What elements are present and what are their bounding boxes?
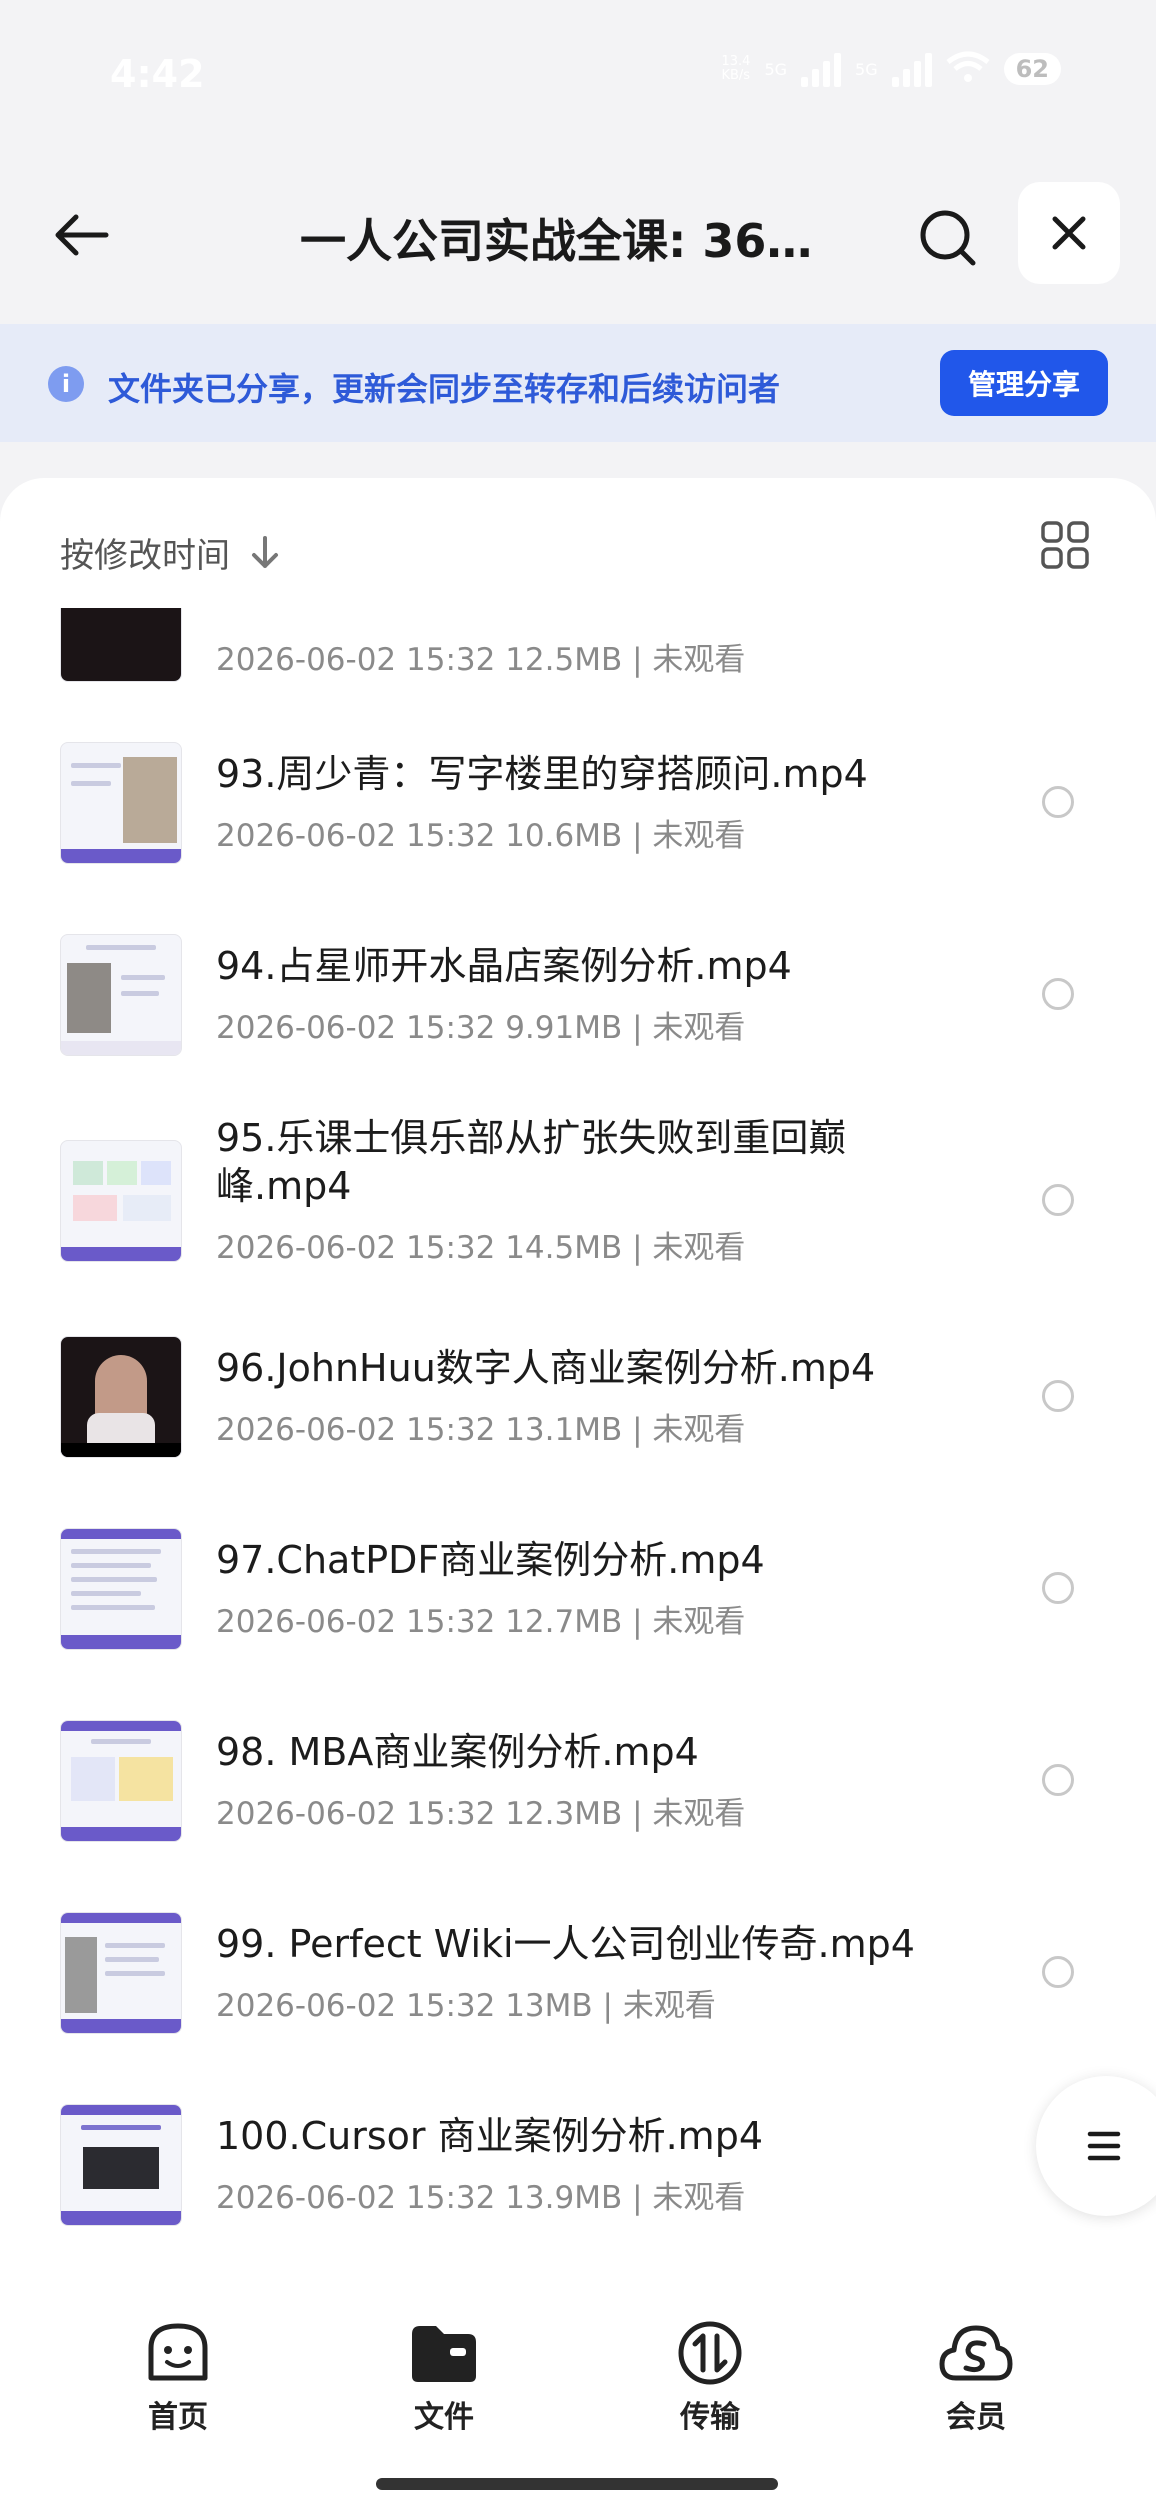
smiley-icon bbox=[148, 2323, 208, 2381]
arrow-down-icon bbox=[252, 535, 278, 568]
file-row[interactable]: 96.JohnHuu数字人商业案例分析.mp4 2026-06-02 15:32… bbox=[0, 1322, 1156, 1514]
select-radio[interactable] bbox=[1042, 1184, 1074, 1216]
search-button[interactable] bbox=[910, 200, 986, 276]
video-thumbnail bbox=[60, 742, 182, 864]
tab-label: 首页 bbox=[148, 2400, 208, 2435]
grid-icon bbox=[1041, 521, 1089, 569]
close-icon bbox=[1052, 216, 1086, 250]
video-thumbnail bbox=[60, 1528, 182, 1650]
member-cloud-icon bbox=[939, 2325, 1013, 2381]
file-row[interactable]: 97.ChatPDF商业案例分析.mp4 2026-06-02 15:32 12… bbox=[0, 1514, 1156, 1706]
share-banner-text: 文件夹已分享，更新会同步至转存和后续访问者 bbox=[108, 370, 781, 408]
file-name: 96.JohnHuu数字人商业案例分析.mp4 bbox=[216, 1346, 876, 1390]
tab-label: 会员 bbox=[946, 2400, 1006, 2435]
file-name: 100.Cursor 商业案例分析.mp4 bbox=[216, 2114, 763, 2158]
file-row[interactable]: 94.占星师开水晶店案例分析.mp4 2026-06-02 15:32 9.91… bbox=[0, 908, 1156, 1100]
file-meta: 2026-06-02 15:32 10.6MB | 未观看 bbox=[216, 818, 746, 854]
file-row[interactable]: 98. MBA商业案例分析.mp4 2026-06-02 15:32 12.3M… bbox=[0, 1706, 1156, 1898]
file-row[interactable]: 93.周少青：写字楼里的穿搭顾问.mp4 2026-06-02 15:32 10… bbox=[0, 716, 1156, 908]
manage-share-button[interactable]: 管理分享 bbox=[940, 350, 1108, 416]
status-bar: 4:42 13.4 KB/s 5G 5G 62 bbox=[0, 0, 1156, 150]
file-name: 95.乐课士俱乐部从扩张失败到重回巅峰.mp4 bbox=[216, 1116, 847, 1208]
file-meta: 2026-06-02 15:32 12.5MB | 未观看 bbox=[216, 642, 746, 678]
home-indicator bbox=[376, 2478, 778, 2490]
file-row[interactable]: 100.Cursor 商业案例分析.mp4 2026-06-02 15:32 1… bbox=[0, 2090, 1156, 2228]
select-radio[interactable] bbox=[1042, 1956, 1074, 1988]
arrow-left-icon bbox=[55, 214, 109, 256]
file-meta: 2026-06-02 15:32 12.3MB | 未观看 bbox=[216, 1796, 746, 1832]
menu-icon bbox=[1087, 2131, 1121, 2161]
file-name: 93.周少青：写字楼里的穿搭顾问.mp4 bbox=[216, 752, 868, 796]
file-row[interactable]: 95.乐课士俱乐部从扩张失败到重回巅峰.mp4 2026-06-02 15:32… bbox=[0, 1100, 1156, 1322]
signal-icon-2 bbox=[891, 51, 932, 87]
file-name: 94.占星师开水晶店案例分析.mp4 bbox=[216, 944, 792, 988]
close-button[interactable] bbox=[1018, 182, 1120, 284]
search-icon bbox=[920, 210, 976, 266]
select-radio[interactable] bbox=[1042, 1380, 1074, 1412]
video-thumbnail bbox=[60, 1912, 182, 2034]
grid-view-button[interactable] bbox=[1040, 520, 1090, 570]
tab-member[interactable]: 会员 bbox=[896, 2320, 1056, 2436]
network-type-2: 5G bbox=[855, 59, 878, 79]
wifi-icon bbox=[946, 50, 990, 88]
file-meta: 2026-06-02 15:32 12.7MB | 未观看 bbox=[216, 1604, 746, 1640]
tab-label: 文件 bbox=[414, 2400, 474, 2435]
file-name: 99. Perfect Wiki一人公司创业传奇.mp4 bbox=[216, 1922, 915, 1966]
file-row[interactable]: 2026-06-02 15:32 12.5MB | 未观看 bbox=[0, 608, 1156, 716]
battery-indicator: 62 bbox=[1003, 53, 1061, 85]
file-meta: 2026-06-02 15:32 13MB | 未观看 bbox=[216, 1988, 716, 2024]
select-radio[interactable] bbox=[1042, 978, 1074, 1010]
transfer-icon bbox=[678, 2321, 742, 2385]
video-thumbnail bbox=[60, 2104, 182, 2226]
select-radio[interactable] bbox=[1042, 786, 1074, 818]
video-thumbnail bbox=[60, 1336, 182, 1458]
file-row[interactable]: 99. Perfect Wiki一人公司创业传奇.mp4 2026-06-02 … bbox=[0, 1898, 1156, 2090]
file-list: 2026-06-02 15:32 12.5MB | 未观看 93.周少青：写字楼… bbox=[0, 608, 1156, 2228]
tab-home[interactable]: 首页 bbox=[98, 2320, 258, 2436]
network-speed: 13.4 KB/s bbox=[721, 54, 751, 83]
file-meta: 2026-06-02 15:32 9.91MB | 未观看 bbox=[216, 1010, 746, 1046]
folder-icon bbox=[412, 2326, 476, 2382]
file-name: 97.ChatPDF商业案例分析.mp4 bbox=[216, 1538, 765, 1582]
sort-control[interactable]: 按修改时间 bbox=[60, 528, 280, 577]
tab-label: 传输 bbox=[680, 2400, 740, 2435]
tab-transfer[interactable]: 传输 bbox=[630, 2320, 790, 2436]
file-meta: 2026-06-02 15:32 13.1MB | 未观看 bbox=[216, 1412, 746, 1448]
back-button[interactable] bbox=[40, 200, 120, 270]
video-thumbnail bbox=[60, 1140, 182, 1262]
select-radio[interactable] bbox=[1042, 1572, 1074, 1604]
page-title: 一人公司实战全课: 36… bbox=[300, 214, 813, 268]
tab-files[interactable]: 文件 bbox=[364, 2320, 524, 2436]
video-thumbnail bbox=[60, 608, 182, 682]
video-thumbnail bbox=[60, 1720, 182, 1842]
file-meta: 2026-06-02 15:32 13.9MB | 未观看 bbox=[216, 2180, 746, 2216]
select-radio[interactable] bbox=[1042, 1764, 1074, 1796]
video-thumbnail bbox=[60, 934, 182, 1056]
signal-icon bbox=[801, 51, 842, 87]
sort-label: 按修改时间 bbox=[60, 536, 230, 576]
info-icon: i bbox=[48, 366, 84, 402]
network-type-1: 5G bbox=[764, 59, 788, 79]
file-meta: 2026-06-02 15:32 14.5MB | 未观看 bbox=[216, 1230, 746, 1266]
status-time: 4:42 bbox=[110, 52, 205, 96]
file-name: 98. MBA商业案例分析.mp4 bbox=[216, 1730, 699, 1774]
status-indicators: 13.4 KB/s 5G 5G 62 bbox=[721, 50, 1061, 88]
